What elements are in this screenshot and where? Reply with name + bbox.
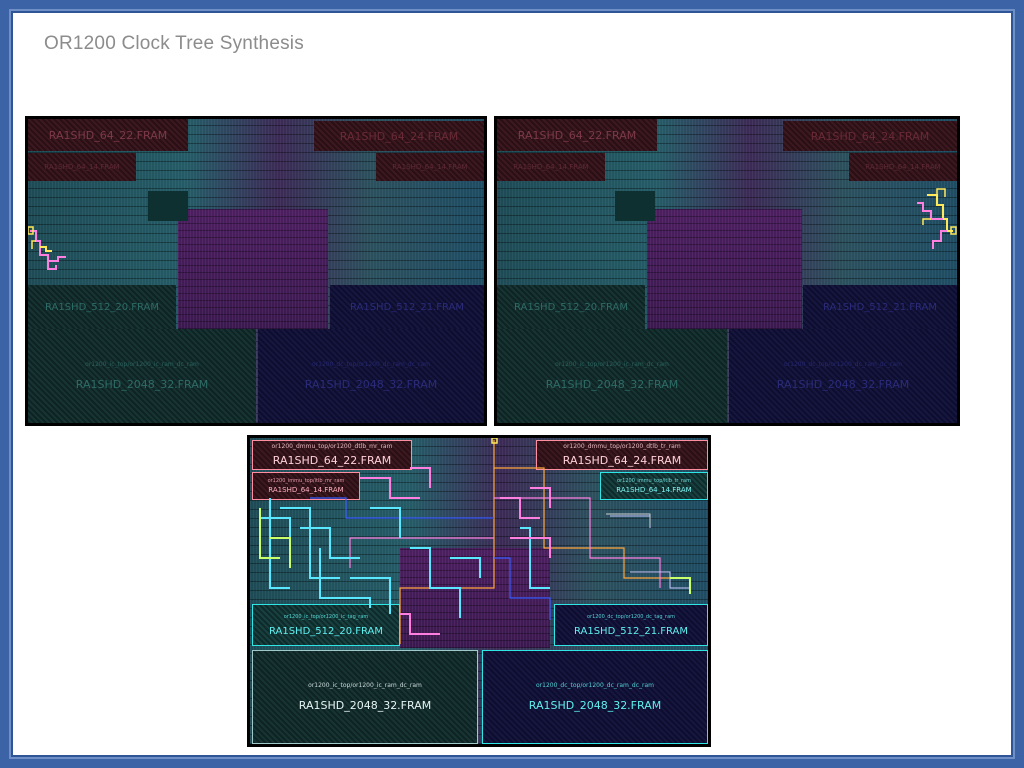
clock-tree-overlay xyxy=(917,188,957,249)
chip-canvas: RA1SHD_64_22.FRAM RA1SHD_64_24.FRAM RA1S… xyxy=(497,119,957,423)
clock-tree-overlay xyxy=(259,438,691,644)
chip-canvas: RA1SHD_64_22.FRAM RA1SHD_64_24.FRAM RA1S… xyxy=(28,119,484,423)
slide-title: OR1200 Clock Tree Synthesis xyxy=(44,33,304,54)
chip-canvas: or1200_dmmu_top/or1200_dtlb_mr_ram RA1SH… xyxy=(250,438,708,744)
clock-tree-overlay xyxy=(28,226,66,270)
layout-image-top-right: RA1SHD_64_22.FRAM RA1SHD_64_24.FRAM RA1S… xyxy=(494,116,960,426)
layout-image-top-left: RA1SHD_64_22.FRAM RA1SHD_64_24.FRAM RA1S… xyxy=(25,116,487,426)
clock-source-pin-icon xyxy=(950,226,957,235)
layout-image-bottom: or1200_dmmu_top/or1200_dtlb_mr_ram RA1SH… xyxy=(247,435,711,747)
